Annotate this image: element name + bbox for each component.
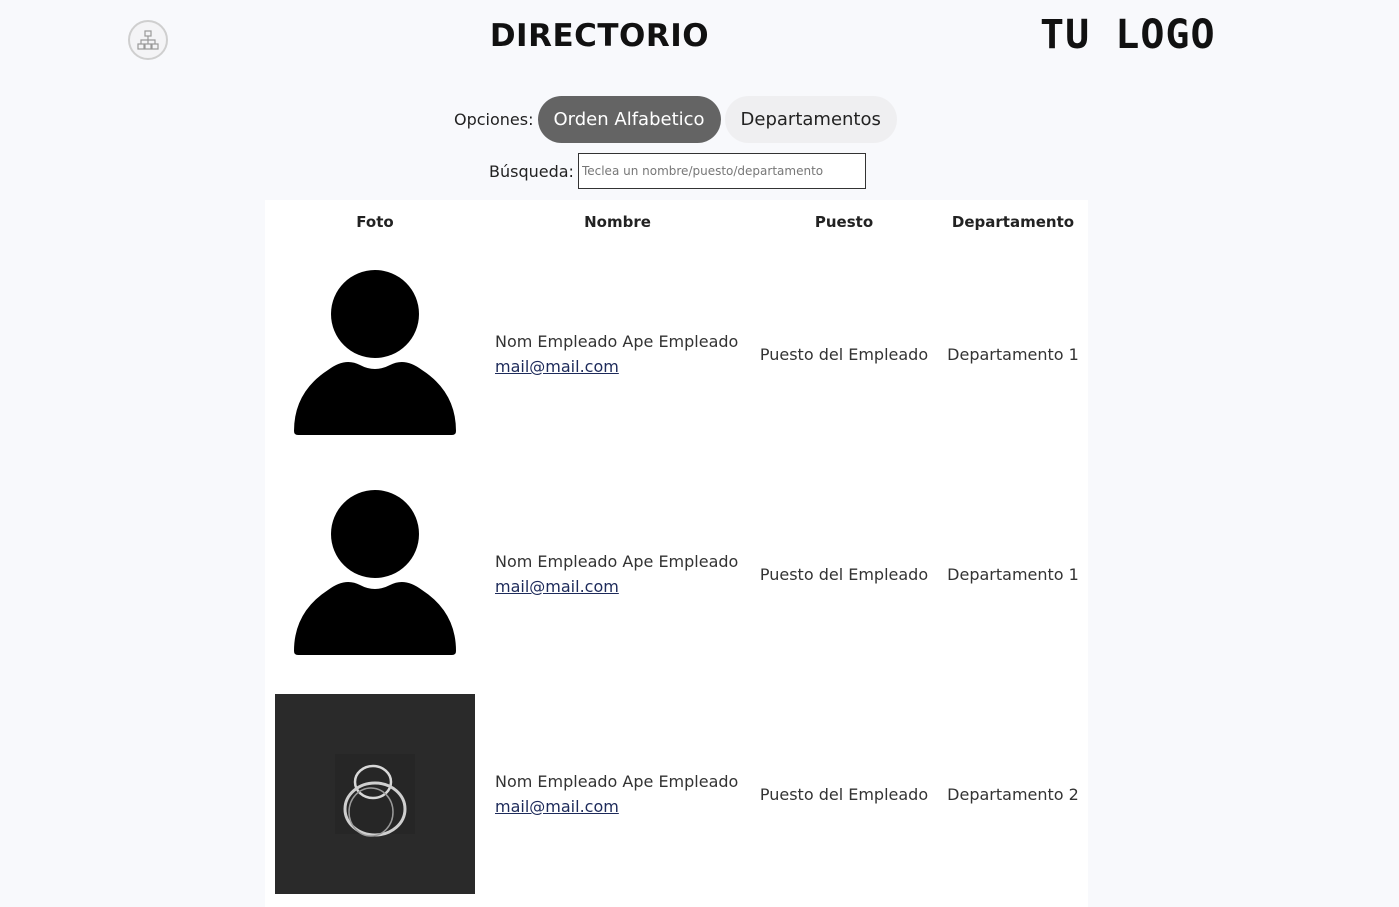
person-silhouette-icon (294, 490, 456, 655)
employee-photo (275, 474, 475, 674)
employee-name: Nom Empleado Ape Empleado (495, 772, 739, 791)
header-nombre: Nombre (584, 213, 651, 231)
person-silhouette-icon (294, 270, 456, 435)
employee-puesto: Puesto del Empleado (759, 344, 929, 364)
table-row: Nom Empleado Ape Empleado mail@mail.com … (265, 684, 1088, 904)
employee-email-link[interactable]: mail@mail.com (495, 797, 619, 816)
tab-orden-alfabetico[interactable]: Orden Alfabetico (537, 96, 721, 143)
abstract-ring-photo (335, 754, 415, 837)
directory-table-container: Foto Nombre Puesto Departamento Nom Empl… (265, 200, 1088, 907)
employee-puesto: Puesto del Empleado (759, 784, 929, 804)
employee-email-link[interactable]: mail@mail.com (495, 577, 619, 596)
options-label: Opciones: (454, 110, 534, 129)
table-header-row: Foto Nombre Puesto Departamento (265, 200, 1088, 244)
employee-photo (275, 694, 475, 894)
tab-departamentos[interactable]: Departamentos (724, 96, 897, 143)
table-row: Nom Empleado Ape Empleado mail@mail.com … (265, 464, 1088, 684)
directory-page: DIRECTORIO TU LOGO Opciones: Orden Alfab… (0, 0, 1399, 907)
employee-name: Nom Empleado Ape Empleado (495, 552, 739, 571)
employee-name: Nom Empleado Ape Empleado (495, 332, 739, 351)
directory-table: Foto Nombre Puesto Departamento Nom Empl… (265, 200, 1088, 904)
search-label: Búsqueda: (489, 161, 574, 181)
header-puesto: Puesto (814, 213, 874, 231)
table-row: Nom Empleado Ape Empleado mail@mail.com … (265, 244, 1088, 464)
employee-departamento: Departamento 1 (947, 344, 1079, 364)
employee-departamento: Departamento 2 (947, 784, 1079, 804)
header-foto: Foto (356, 213, 394, 231)
search-row: Búsqueda: (489, 153, 866, 189)
employee-departamento: Departamento 1 (947, 564, 1079, 584)
employee-photo (275, 254, 475, 454)
employee-puesto: Puesto del Empleado (759, 564, 929, 584)
options-bar: Opciones: Orden Alfabetico Departamentos (454, 96, 897, 143)
search-input[interactable] (577, 153, 866, 189)
page-title: DIRECTORIO (489, 18, 710, 54)
header-departamento: Departamento (951, 213, 1075, 231)
employee-email-link[interactable]: mail@mail.com (495, 357, 619, 376)
brand-logo: TU LOGO (1040, 12, 1216, 58)
